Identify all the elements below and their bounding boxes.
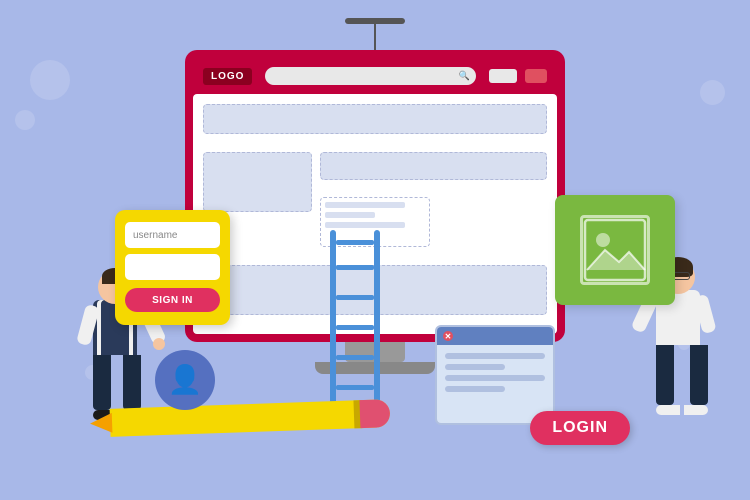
image-placeholder-icon: [580, 215, 650, 285]
main-scene: LOGO username: [0, 0, 750, 500]
text-line-2: [325, 212, 375, 218]
popup-close-button[interactable]: ✕: [443, 331, 453, 341]
popup-line-1: [445, 353, 545, 359]
ladder-rung-5: [336, 265, 374, 270]
ladder-rung-1: [336, 385, 374, 390]
decorative-circle-4: [700, 80, 725, 105]
username-input[interactable]: username: [125, 222, 220, 248]
popup-line-2: [445, 364, 505, 370]
popup-line-3: [445, 375, 545, 381]
browser-btn-1: [489, 69, 517, 83]
ladder-rung-3: [336, 325, 374, 330]
person-right-leg-right: [690, 345, 708, 405]
person-left-leg-left: [93, 355, 111, 410]
ladder-rung-4: [336, 295, 374, 300]
ladder-rung-6: [336, 240, 374, 245]
text-line-1: [325, 202, 404, 208]
popup-line-4: [445, 386, 505, 392]
browser-search-bar[interactable]: [265, 67, 476, 85]
person-left-hand-right: [153, 338, 165, 350]
ladder: [330, 230, 380, 410]
browser-btn-close: [525, 69, 547, 83]
image-card: [555, 195, 675, 305]
popup-titlebar: ✕: [437, 327, 553, 345]
user-avatar-icon: 👤: [168, 366, 203, 394]
password-input[interactable]: [125, 254, 220, 280]
ladder-rung-2: [336, 355, 374, 360]
person-right-legs: [656, 345, 700, 415]
browser-logo: LOGO: [203, 68, 252, 85]
signin-button[interactable]: SIGN IN: [125, 288, 220, 312]
ladder-side-left: [330, 230, 336, 410]
pencil-tip: [90, 413, 113, 434]
person-right-arm-right: [693, 294, 716, 334]
screen-main-block: [320, 152, 547, 180]
pencil-eraser: [359, 399, 390, 428]
popup-window: ✕: [435, 325, 555, 425]
text-line-3: [325, 222, 404, 228]
browser-top-bar: LOGO: [193, 58, 557, 94]
person-left-leg-right: [123, 355, 141, 410]
popup-content: [437, 345, 553, 400]
ladder-side-right: [374, 230, 380, 410]
username-placeholder: username: [133, 230, 177, 241]
screen-header-block: [203, 104, 547, 134]
decorative-circle-2: [15, 110, 35, 130]
screen-sidebar-block: [203, 152, 312, 212]
avatar-circle: 👤: [155, 350, 215, 410]
person-right-shoe-left: [656, 405, 680, 415]
person-right-shoe-right: [684, 405, 708, 415]
decorative-circle-1: [30, 60, 70, 100]
person-right-leg-left: [656, 345, 674, 405]
login-card: username SIGN IN: [115, 210, 230, 325]
image-svg: [583, 218, 647, 282]
login-button[interactable]: LOGIN: [530, 411, 630, 445]
